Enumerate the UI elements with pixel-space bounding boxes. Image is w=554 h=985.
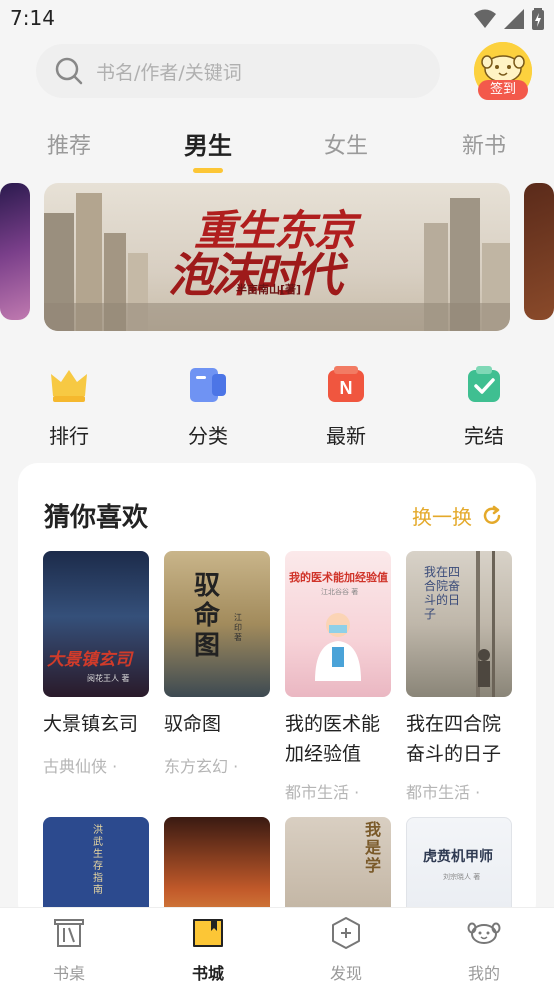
refresh-icon — [483, 505, 501, 524]
book-title: 我在四合院奋斗的日子 — [406, 713, 502, 765]
book-card[interactable]: 大景镇玄司 阅花王人 著 大景镇玄司 古典仙侠 · — [43, 551, 149, 777]
nav-discover[interactable]: 发现 — [306, 916, 386, 984]
cover-title: 洪武生存指南 — [93, 825, 103, 896]
banner-prev[interactable] — [0, 183, 30, 320]
quick-nav-latest[interactable]: N 最新 — [306, 366, 386, 449]
profile-icon — [467, 922, 501, 944]
book-title: 我的医术能加经验值 — [285, 713, 381, 765]
battery-icon — [532, 8, 544, 30]
banner-author: 半亩南山[著] — [236, 283, 302, 296]
cover-author: 阅花王人 著 — [87, 674, 130, 683]
book-card[interactable]: 我在四合院奋斗的日子 我在四合院奋斗的日子 都市生活 · — [406, 551, 512, 803]
cover-title: 我是学 — [365, 820, 382, 875]
cover-title: 驭命图 — [194, 571, 221, 661]
tab-indicator — [193, 168, 223, 173]
tab-new[interactable]: 新书 — [462, 128, 506, 160]
category-tabs: 推荐 男生 女生 新书 — [0, 120, 554, 180]
cover-title: 大景镇玄司 — [47, 650, 132, 670]
search-placeholder: 书名/作者/关键词 — [96, 61, 242, 84]
status-icons — [474, 8, 544, 30]
bottom-nav: 书桌 书城 发现 我的 — [0, 907, 554, 985]
book-card[interactable]: 驭命图 江印 著 驭命图 东方玄幻 · — [164, 551, 270, 777]
bookshelf-icon — [54, 919, 84, 947]
nav-label: 书城 — [191, 964, 224, 983]
book-card[interactable]: 我的医术能加经验值 江北谷谷 著 我的医术能加经验值 都市生活 · — [285, 551, 391, 803]
search-icon — [55, 57, 83, 85]
discover-icon — [332, 917, 360, 949]
quick-nav-label: 完结 — [464, 424, 504, 448]
nav-label: 我的 — [467, 964, 500, 983]
book-cover: 我在四合院奋斗的日子 — [406, 551, 512, 697]
svg-text:N: N — [340, 378, 353, 398]
nav-bookshelf[interactable]: 书桌 — [29, 916, 109, 984]
tab-recommend[interactable]: 推荐 — [47, 128, 91, 160]
cover-author: 刘宗晓人 著 — [443, 873, 481, 881]
tab-male[interactable]: 男生 — [184, 126, 232, 161]
cover-illustration — [476, 551, 495, 697]
book-title: 驭命图 — [164, 713, 222, 735]
wifi-icon — [474, 9, 496, 28]
crown-icon — [51, 370, 87, 402]
book-cover: 驭命图 江印 著 — [164, 551, 270, 697]
new-icon: N — [328, 366, 364, 402]
search-input[interactable]: 书名/作者/关键词 — [36, 44, 440, 98]
status-time: 7:14 — [10, 6, 55, 30]
nav-bookstore[interactable]: 书城 — [168, 916, 248, 984]
quick-nav-label: 分类 — [188, 424, 228, 448]
nav-profile[interactable]: 我的 — [444, 916, 524, 984]
signal-icon — [504, 9, 524, 29]
banner-next[interactable] — [524, 183, 554, 320]
status-bar: 7:14 — [0, 0, 554, 38]
refresh-label: 换一换 — [412, 505, 472, 529]
book-meta: 古典仙侠 · — [43, 757, 118, 776]
banner[interactable]: 重生东京 泡沫时代 半亩南山[著] — [44, 183, 510, 331]
bookstore-icon — [193, 919, 223, 947]
check-icon — [468, 366, 500, 402]
quick-nav-label: 排行 — [49, 424, 89, 448]
quick-nav-category[interactable]: 分类 — [168, 366, 248, 449]
book-cover: 大景镇玄司 阅花王人 著 — [43, 551, 149, 697]
checkin-badge[interactable]: 签到 — [478, 80, 528, 100]
category-icon — [190, 368, 226, 402]
section-title: 猜你喜欢 — [44, 503, 149, 533]
nav-label: 发现 — [329, 964, 362, 983]
refresh-button[interactable]: 换一换 — [412, 501, 504, 530]
book-meta: 东方玄幻 · — [164, 757, 239, 776]
cover-illustration — [315, 613, 361, 681]
cover-author: 江印 著 — [234, 613, 242, 642]
book-title: 大景镇玄司 — [43, 713, 139, 735]
nav-label: 书桌 — [52, 964, 85, 983]
book-meta: 都市生活 · — [285, 783, 360, 802]
book-cover: 我的医术能加经验值 江北谷谷 著 — [285, 551, 391, 697]
cover-title: 虎贲机甲师 — [423, 849, 493, 865]
book-meta: 都市生活 · — [406, 783, 481, 802]
quick-nav-ranking[interactable]: 排行 — [29, 366, 109, 449]
quick-nav-label: 最新 — [326, 424, 366, 448]
recommend-section: 猜你喜欢 换一换 大景镇玄司 阅花王人 著 大景镇玄司 古典仙侠 · 驭命图 江… — [18, 463, 536, 963]
tab-female[interactable]: 女生 — [324, 128, 368, 160]
quick-nav-finished[interactable]: 完结 — [444, 366, 524, 449]
